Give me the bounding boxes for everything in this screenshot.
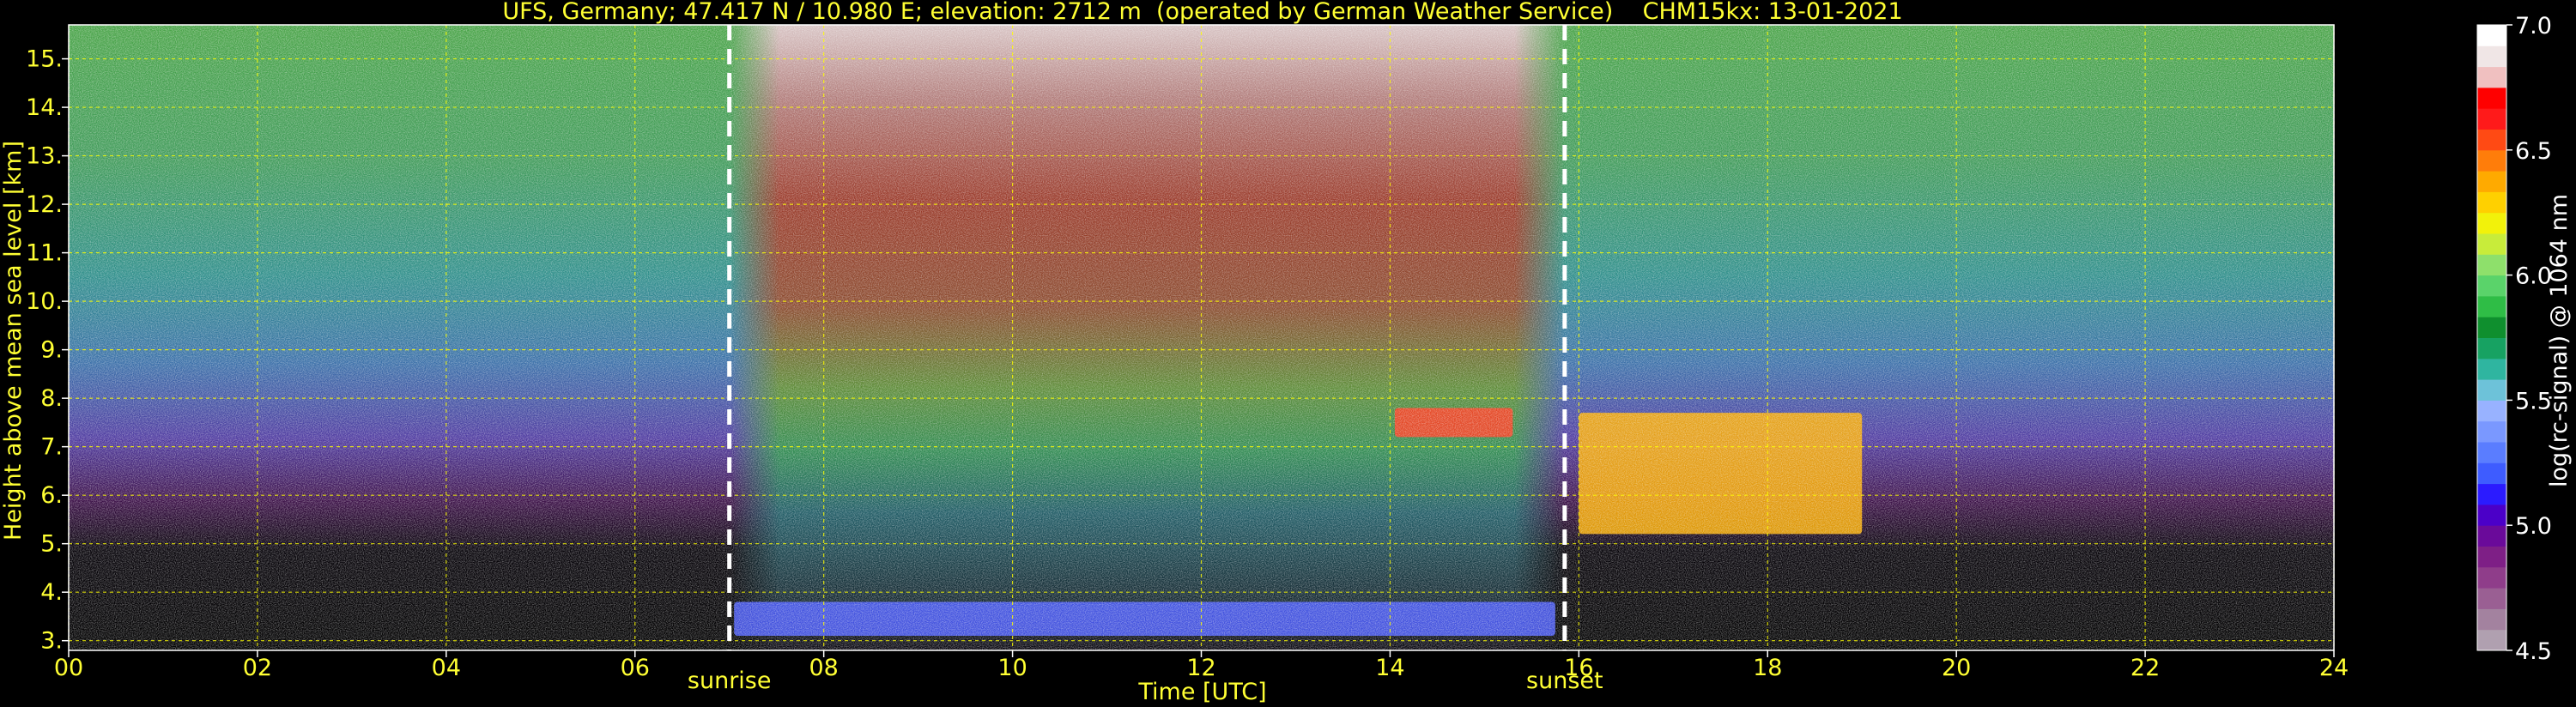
colorbar: 4.55.05.56.06.57.0 log(rc-signal) @ 1064… <box>2476 13 2573 665</box>
x-axis-label: Time [UTC] <box>1137 679 1266 705</box>
colorbar-swatch <box>2477 212 2506 234</box>
x-tick-label: 22 <box>2131 655 2160 681</box>
x-tick-label: 20 <box>1942 655 1971 681</box>
colorbar-swatch <box>2477 25 2506 46</box>
y-tick-label: 3. <box>40 628 63 655</box>
colorbar-swatch <box>2477 483 2506 505</box>
y-axis-label: Height above mean sea level [km] <box>0 141 27 541</box>
colorbar-swatch <box>2477 525 2506 547</box>
colorbar-swatch <box>2477 420 2506 443</box>
x-tick-label: 08 <box>809 655 838 681</box>
colorbar-swatch <box>2477 275 2506 297</box>
colorbar-swatch <box>2477 629 2506 651</box>
colorbar-ticks: 4.55.05.56.06.57.0 <box>2506 13 2552 665</box>
chart-title: UFS, Germany; 47.417 N / 10.980 E; eleva… <box>502 0 1902 25</box>
colorbar-swatch <box>2477 462 2506 485</box>
colorbar-tick-label: 7.0 <box>2515 13 2552 39</box>
x-tick-label: 12 <box>1186 655 1215 681</box>
colorbar-tick-label: 4.5 <box>2515 638 2552 665</box>
colorbar-swatch <box>2477 358 2506 380</box>
colorbar-swatch <box>2477 108 2506 130</box>
y-tick-label: 4. <box>40 579 63 606</box>
colorbar-tick-label: 5.0 <box>2515 513 2552 540</box>
y-axis-ticks: 3. 4. 5. 6. 7. 8. 9. 10. 11. 12. 13. 14. 15. <box>26 46 69 655</box>
x-tick-label: 24 <box>2319 655 2349 681</box>
colorbar-swatch <box>2477 171 2506 192</box>
y-tick-label: 15. <box>26 46 63 73</box>
y-tick-label: 7. <box>40 434 63 461</box>
x-tick-label: 02 <box>243 655 272 681</box>
x-tick-label: 18 <box>1753 655 1782 681</box>
x-tick-label: 06 <box>621 655 650 681</box>
colorbar-swatch <box>2477 149 2506 172</box>
colorbar-swatch <box>2477 191 2506 214</box>
colorbar-swatch <box>2477 379 2506 401</box>
colorbar-swatch <box>2477 608 2506 631</box>
y-tick-label: 11. <box>26 240 63 267</box>
y-tick-label: 10. <box>26 288 63 315</box>
y-tick-label: 13. <box>26 143 63 170</box>
colorbar-swatch <box>2477 317 2506 338</box>
y-tick-label: 6. <box>40 482 63 509</box>
colorbar-swatch <box>2477 87 2506 109</box>
y-tick-label: 8. <box>40 385 63 412</box>
colorbar-swatch <box>2477 504 2506 526</box>
colorbar-swatch <box>2477 337 2506 360</box>
colorbar-swatch <box>2477 588 2506 609</box>
plot-area: sunrise sunset <box>68 24 2335 694</box>
y-tick-label: 5. <box>40 531 63 558</box>
colorbar-swatch <box>2477 233 2506 255</box>
colorbar-swatch <box>2477 66 2506 88</box>
colorbar-swatch <box>2477 129 2506 151</box>
colorbar-label: log(rc-signal) @ 1064 nm <box>2546 194 2573 487</box>
event-label-sunrise: sunrise <box>688 668 772 694</box>
x-tick-label: 16 <box>1564 655 1593 681</box>
y-tick-label: 9. <box>40 337 63 364</box>
x-tick-label: 04 <box>432 655 461 681</box>
colorbar-swatches <box>2476 24 2507 651</box>
y-tick-label: 14. <box>26 94 63 121</box>
ceilometer-backscatter-chart: UFS, Germany; 47.417 N / 10.980 E; eleva… <box>0 0 2573 705</box>
colorbar-swatch <box>2477 546 2506 568</box>
colorbar-swatch <box>2477 442 2506 463</box>
colorbar-swatch <box>2477 254 2506 276</box>
x-axis-ticks: 00 02 04 06 08 10 12 14 16 18 20 22 24 <box>54 650 2349 681</box>
x-tick-label: 14 <box>1375 655 1404 681</box>
colorbar-swatch <box>2477 45 2506 68</box>
colorbar-swatch <box>2477 400 2506 422</box>
y-tick-label: 12. <box>26 191 63 218</box>
colorbar-swatch <box>2477 295 2506 317</box>
colorbar-swatch <box>2477 566 2506 589</box>
x-tick-label: 10 <box>997 655 1027 681</box>
x-tick-label: 00 <box>54 655 83 681</box>
colorbar-tick-label: 6.5 <box>2515 138 2552 165</box>
